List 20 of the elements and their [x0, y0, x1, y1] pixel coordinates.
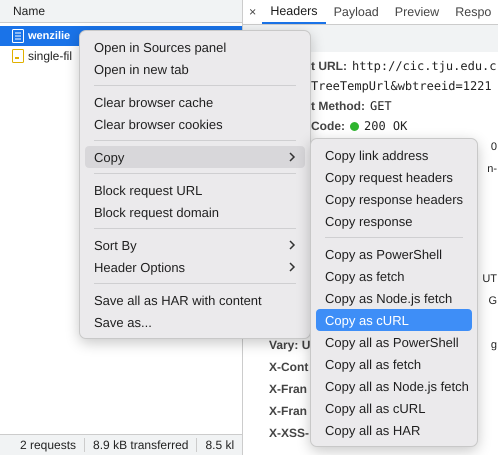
header-value: GET	[370, 99, 392, 113]
status-text: 8.5 kl	[205, 438, 234, 452]
header-name: Code:	[311, 119, 345, 133]
header-value: TreeTempUrl&wbtreeid=1221	[311, 79, 492, 93]
header-value: http://cic.tju.edu.c	[352, 59, 496, 73]
header-name: X-Fran	[269, 404, 308, 418]
header-name: X-Cont	[269, 360, 308, 374]
status-text: 2 requests	[20, 438, 76, 452]
header-value: G	[488, 295, 498, 307]
header-name: X-XSS-	[269, 426, 310, 440]
header-value: 0	[490, 141, 498, 153]
header-value: n-	[487, 163, 498, 175]
header-value: UT	[482, 273, 498, 285]
header-name: X-Fran	[269, 382, 308, 396]
header-name: t Method:	[311, 99, 365, 113]
header-name: t URL:	[311, 59, 347, 73]
header-name: Vary: U	[269, 338, 310, 352]
header-value: 200 OK	[364, 119, 408, 133]
header-value: g	[490, 339, 498, 351]
status-text: 8.9 kB transferred	[93, 438, 188, 452]
